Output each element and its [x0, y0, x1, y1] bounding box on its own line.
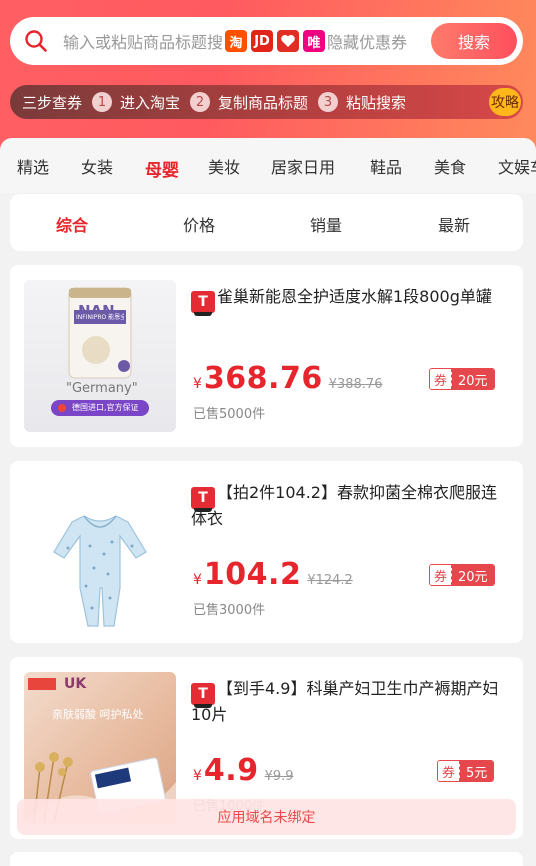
next-product-card [10, 852, 523, 866]
steps-lead: 三步查券 [22, 93, 83, 112]
step-label-3: 粘贴搜索 [346, 93, 407, 112]
original-price: ¥9.9 [264, 769, 294, 784]
tab-meishi[interactable]: 美食 [434, 154, 466, 178]
product-title-row[interactable]: T 【到手4.9】科巢产妇卫生巾产褥期产妇10片 [191, 679, 511, 725]
jd-icon: JD [251, 30, 274, 52]
step-label-1: 进入淘宝 [120, 93, 181, 112]
thumb-tag: 德国进口,官方保证 [72, 403, 139, 412]
sort-tabs: 综合 价格 销量 最新 [10, 194, 523, 251]
search-input[interactable]: 输入或粘贴商品标题搜 淘 JD 唯 隐藏优惠券 [63, 27, 441, 55]
coupon-label: 券 [438, 761, 460, 781]
tab-jingxuan[interactable]: 精选 [17, 154, 49, 178]
sort-sales[interactable]: 销量 [310, 212, 342, 236]
search-bar[interactable]: 输入或粘贴商品标题搜 淘 JD 唯 隐藏优惠券 搜索 [10, 17, 523, 65]
category-tabs: 精选 女装 母婴 美妆 居家日用 鞋品 美食 文娱车 [0, 138, 536, 193]
tmall-icon: T [191, 683, 215, 708]
product-image[interactable] [24, 476, 176, 628]
sold-count: 已售5000件 [193, 407, 266, 422]
coupon-value: 5元 [460, 761, 494, 781]
thumb-origin: "Germany" [66, 381, 138, 396]
tmall-icon: T [191, 487, 215, 512]
thumb-brand: UK [64, 676, 87, 692]
coupon-badge[interactable]: 券 20元 [429, 368, 495, 390]
sold-count: 已售3000件 [193, 603, 266, 618]
search-button[interactable]: 搜索 [431, 23, 517, 59]
coupon-steps-bar: 三步查券 1 进入淘宝 2 复制商品标题 3 粘贴搜索 攻略 [10, 85, 523, 119]
search-icon [25, 30, 47, 52]
taobao-icon: 淘 [225, 30, 248, 52]
price: 4.9 [203, 753, 259, 788]
tab-muying[interactable]: 母婴 [145, 156, 179, 181]
tmall-icon: T [191, 291, 215, 316]
step-label-2: 复制商品标题 [218, 93, 309, 112]
toast-message: 应用域名未绑定 [17, 799, 516, 835]
price: 368.76 [203, 361, 323, 396]
price-row: ¥ 368.76 ¥388.76 [193, 361, 382, 396]
sort-zonghe[interactable]: 综合 [56, 212, 88, 236]
coupon-value: 20元 [452, 369, 494, 389]
currency-symbol: ¥ [193, 376, 202, 392]
coupon-value: 20元 [452, 565, 494, 585]
tab-xiepin[interactable]: 鞋品 [370, 154, 402, 178]
step-number-2: 2 [190, 92, 211, 112]
tab-jujia[interactable]: 居家日用 [271, 154, 335, 178]
vip-icon: 唯 [303, 30, 326, 52]
coupon-label: 券 [430, 369, 452, 389]
original-price: ¥388.76 [328, 377, 383, 392]
pinduoduo-icon [277, 30, 300, 52]
product-card[interactable]: NAN INFINIPRO 能恩全护 "Germany" 德国进口,官方保证 T… [10, 265, 523, 447]
product-title-row[interactable]: T 【拍2件104.2】春款抑菌全棉衣爬服连体衣 [191, 483, 511, 529]
original-price: ¥124.2 [307, 573, 353, 588]
sort-newest[interactable]: 最新 [438, 212, 470, 236]
tab-wenyu[interactable]: 文娱车 [498, 154, 536, 178]
sort-price[interactable]: 价格 [183, 212, 215, 236]
product-title-row[interactable]: T 雀巢新能恩全护适度水解1段800g单罐 [191, 287, 511, 316]
search-placeholder: 输入或粘贴商品标题搜 [63, 33, 224, 52]
thumb-subtitle: INFINIPRO 能恩全护 [76, 314, 124, 321]
product-card[interactable]: T 【拍2件104.2】春款抑菌全棉衣爬服连体衣 ¥ 104.2 ¥124.2 已… [10, 461, 523, 643]
product-title: 【拍2件104.2】春款抑菌全棉衣爬服连体衣 [191, 483, 497, 528]
currency-symbol: ¥ [193, 768, 202, 784]
currency-symbol: ¥ [193, 572, 202, 588]
price-row: ¥ 4.9 ¥9.9 [193, 753, 294, 788]
price: 104.2 [203, 557, 302, 592]
tab-nvzhuang[interactable]: 女装 [81, 154, 113, 178]
search-placeholder-tail: 隐藏优惠券 [327, 33, 408, 52]
coupon-badge[interactable]: 券 20元 [429, 564, 495, 586]
step-number-1: 1 [92, 92, 113, 112]
product-image[interactable]: NAN INFINIPRO 能恩全护 "Germany" 德国进口,官方保证 [24, 280, 176, 432]
product-title: 雀巢新能恩全护适度水解1段800g单罐 [217, 287, 492, 306]
tab-meizhuang[interactable]: 美妆 [208, 154, 240, 178]
price-row: ¥ 104.2 ¥124.2 [193, 557, 353, 592]
product-title: 【到手4.9】科巢产妇卫生巾产褥期产妇10片 [191, 679, 499, 724]
guide-button[interactable]: 攻略 [489, 88, 521, 116]
coupon-badge[interactable]: 券 5元 [437, 760, 495, 782]
step-number-3: 3 [318, 92, 339, 112]
thumb-slogan: 亲肤弱酸 呵护私处 [52, 708, 144, 721]
coupon-label: 券 [430, 565, 452, 585]
